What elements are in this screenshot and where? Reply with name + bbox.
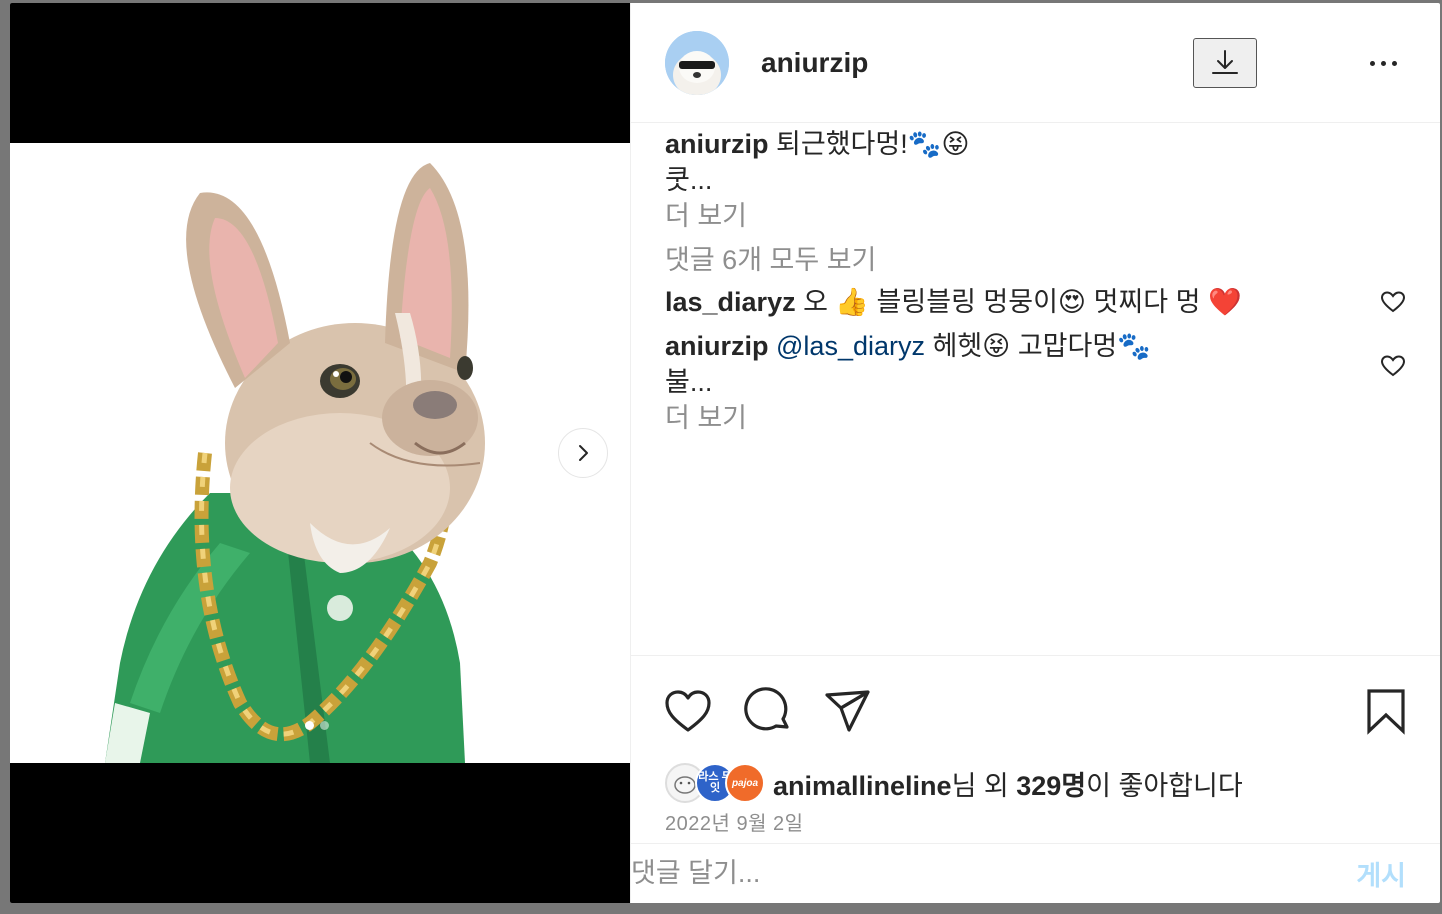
author-avatar[interactable] <box>665 30 729 95</box>
liked-avatars-stack: 라스 두잇 pajoa <box>665 763 765 803</box>
caption-text: 퇴근했다멍!🐾😝 <box>768 129 970 159</box>
comment-icon[interactable] <box>743 686 793 736</box>
likes-suffix: 님 외 <box>951 770 1017 801</box>
likes-count[interactable]: 329명 <box>1016 771 1086 801</box>
send-icon[interactable] <box>823 686 873 736</box>
post-modal: aniurzip aniurzip 퇴근했다멍!🐾😝 쿳... 더 보기 댓글 … <box>10 3 1440 903</box>
comment-like-heart-icon[interactable] <box>1380 290 1406 314</box>
likes-text[interactable]: animallineline님 외 329명이 좋아합니다 <box>773 764 1243 803</box>
post-side-panel: aniurzip aniurzip 퇴근했다멍!🐾😝 쿳... 더 보기 댓글 … <box>630 3 1440 903</box>
caption-username[interactable]: aniurzip <box>665 129 769 159</box>
more-icon-dot <box>1380 60 1386 66</box>
comment-text: 오 👍 블링블링 멍뭉이😍 멋찌다 멍 ❤️ <box>795 287 1242 317</box>
comment-username[interactable]: aniurzip <box>665 331 769 361</box>
more-options-button[interactable] <box>1363 51 1403 75</box>
post-date[interactable]: 2022년 9월 2일 <box>665 807 804 836</box>
likes-user[interactable]: animallineline <box>773 771 952 801</box>
liker-avatar[interactable]: pajoa <box>725 763 765 803</box>
carousel-dot-active <box>305 721 314 730</box>
comment-input[interactable] <box>631 844 1357 903</box>
more-icon-dot <box>1369 60 1375 66</box>
carousel-indicator <box>305 721 329 730</box>
post-caption: aniurzip 퇴근했다멍!🐾😝 쿳... 더 보기 <box>665 126 1406 234</box>
view-all-comments-link[interactable]: 댓글 6개 모두 보기 <box>665 242 1406 278</box>
caption-more-link[interactable]: 더 보기 <box>665 198 1406 234</box>
post-photo <box>10 143 630 763</box>
download-icon <box>1212 50 1238 74</box>
comments-section: aniurzip 퇴근했다멍!🐾😝 쿳... 더 보기 댓글 6개 모두 보기 … <box>631 126 1440 436</box>
comment-text: 헤헷😝 고맙다멍🐾 <box>924 331 1151 361</box>
comment-item: aniurzip @las_diaryz 헤헷😝 고맙다멍🐾 불... 더 보기 <box>665 328 1406 436</box>
caption-truncated: 쿳... <box>665 165 713 195</box>
author-username[interactable]: aniurzip <box>761 47 868 79</box>
caption-line: aniurzip 퇴근했다멍!🐾😝 <box>665 126 1406 162</box>
comment-more-link[interactable]: 더 보기 <box>665 400 1346 436</box>
more-icon-dot <box>1391 60 1397 66</box>
post-actions-bar <box>631 655 1440 765</box>
post-media <box>10 3 630 903</box>
carousel-dot <box>320 721 329 730</box>
download-button[interactable] <box>1193 38 1257 88</box>
chevron-right-icon <box>579 445 588 461</box>
comment-line: aniurzip @las_diaryz 헤헷😝 고맙다멍🐾 <box>665 328 1346 364</box>
post-header: aniurzip <box>631 3 1440 123</box>
comment-line: las_diaryz 오 👍 블링블링 멍뭉이😍 멋찌다 멍 ❤️ <box>665 284 1346 320</box>
comment-mention[interactable]: @las_diaryz <box>769 331 925 361</box>
add-comment-bar: 게시 <box>631 843 1440 903</box>
avatar-image <box>665 30 729 95</box>
heart-icon[interactable] <box>663 686 713 736</box>
dog-photo-image <box>10 143 630 763</box>
bookmark-icon[interactable] <box>1361 686 1411 736</box>
carousel-next-button[interactable] <box>558 428 608 478</box>
post-comment-button[interactable]: 게시 <box>1356 854 1406 893</box>
comment-like-heart-icon[interactable] <box>1380 354 1406 378</box>
comment-username[interactable]: las_diaryz <box>665 287 796 317</box>
comment-item: las_diaryz 오 👍 블링블링 멍뭉이😍 멋찌다 멍 ❤️ <box>665 284 1406 320</box>
likes-summary: 라스 두잇 pajoa animallineline님 외 329명이 좋아합니… <box>665 763 1243 803</box>
comment-truncated: 불... <box>665 367 713 397</box>
likes-tail: 이 좋아합니다 <box>1086 770 1243 801</box>
